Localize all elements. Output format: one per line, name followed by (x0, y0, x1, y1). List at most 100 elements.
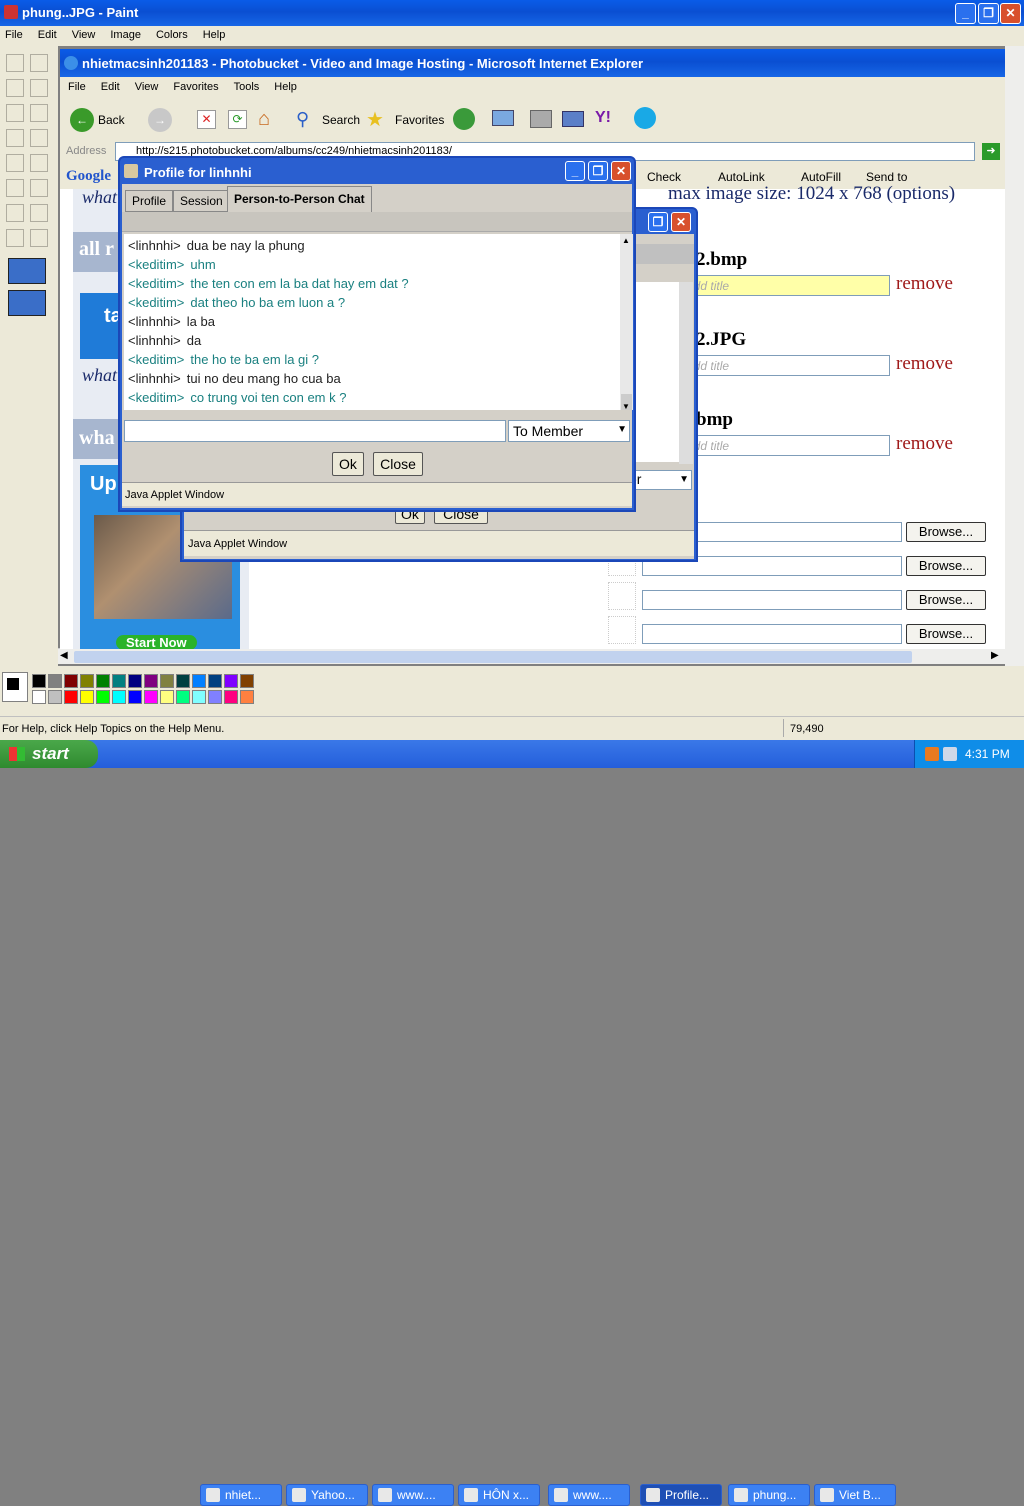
rect-select-icon[interactable] (30, 54, 48, 72)
palette-swatch[interactable] (80, 674, 94, 688)
paint-minimize-button[interactable]: _ (955, 3, 976, 24)
scroll-right-icon[interactable]: ▶ (991, 650, 999, 661)
java-tray-icon[interactable] (925, 747, 939, 761)
palette-swatch[interactable] (144, 690, 158, 704)
scroll-up-icon[interactable]: ▲ (622, 236, 630, 245)
taskbar-item[interactable]: Viet B... (814, 1484, 896, 1506)
remove-link[interactable]: remove (896, 273, 953, 295)
ie-menu-view[interactable]: View (135, 81, 159, 93)
history-icon[interactable] (453, 108, 475, 130)
search-icon[interactable]: ⚲ (296, 109, 309, 130)
file-input[interactable] (642, 624, 902, 644)
remove-link[interactable]: remove (896, 353, 953, 375)
polygon-icon[interactable] (30, 204, 48, 222)
palette-swatch[interactable] (128, 690, 142, 704)
ie-menu-favorites[interactable]: Favorites (173, 81, 218, 93)
paint-vertical-scrollbar[interactable] (1005, 46, 1024, 666)
browse-button[interactable]: Browse... (906, 624, 986, 644)
palette-swatch[interactable] (192, 674, 206, 688)
ie-menu-tools[interactable]: Tools (234, 81, 260, 93)
paint-menu-help[interactable]: Help (203, 29, 226, 41)
text-icon[interactable] (30, 154, 48, 172)
browse-button[interactable]: Browse... (906, 522, 986, 542)
palette-swatch[interactable] (240, 674, 254, 688)
paint-close-button[interactable]: ✕ (1000, 3, 1021, 24)
mail-icon[interactable] (492, 110, 514, 126)
taskbar-item[interactable]: nhiet... (200, 1484, 282, 1506)
browse-button[interactable]: Browse... (906, 556, 986, 576)
browse-button[interactable]: Browse... (906, 590, 986, 610)
palette-swatch[interactable] (208, 674, 222, 688)
palette-swatch[interactable] (64, 674, 78, 688)
paint-menu-edit[interactable]: Edit (38, 29, 57, 41)
tab-profile[interactable]: Profile (125, 190, 174, 212)
to-member-select[interactable]: To Member ▼ (508, 420, 630, 442)
brush-icon[interactable] (30, 129, 48, 147)
back-button-label[interactable]: Back (98, 113, 125, 127)
fill-icon[interactable] (30, 79, 48, 97)
scroll-left-icon[interactable]: ◀ (60, 650, 68, 661)
pencil-icon[interactable] (6, 129, 24, 147)
palette-swatch[interactable] (128, 674, 142, 688)
magnifier-icon[interactable] (30, 104, 48, 122)
palette-swatch[interactable] (224, 674, 238, 688)
ie-menu-file[interactable]: File (68, 81, 86, 93)
tab-person-to-person-chat[interactable]: Person-to-Person Chat (227, 186, 372, 212)
start-now-button[interactable]: Start Now (116, 635, 197, 649)
close-button[interactable]: Close (373, 452, 423, 476)
palette-swatch[interactable] (112, 690, 126, 704)
free-select-icon[interactable] (6, 54, 24, 72)
palette-swatch[interactable] (96, 674, 110, 688)
file-input[interactable] (642, 590, 902, 610)
back-scrollbar[interactable] (679, 282, 693, 464)
autofill-button[interactable]: AutoFill (801, 170, 841, 184)
back-icon[interactable]: ← (70, 108, 94, 132)
ellipse-icon[interactable] (6, 229, 24, 247)
color-picker-icon[interactable] (6, 104, 24, 122)
curve-icon[interactable] (30, 179, 48, 197)
search-button-label[interactable]: Search (322, 113, 360, 127)
taskbar-item[interactable]: www.... (548, 1484, 630, 1506)
taskbar-item[interactable]: Yahoo... (286, 1484, 368, 1506)
forward-icon[interactable]: → (148, 108, 172, 132)
palette-swatch[interactable] (112, 674, 126, 688)
paint-maximize-button[interactable]: ❐ (978, 3, 999, 24)
remove-link[interactable]: remove (896, 433, 953, 455)
profile-maximize-button[interactable]: ❐ (588, 161, 608, 181)
title-input[interactable]: add title (680, 355, 890, 376)
start-button[interactable]: start (0, 740, 98, 768)
scroll-down-icon[interactable]: ▼ (622, 402, 630, 411)
taskbar-item[interactable]: phung... (728, 1484, 810, 1506)
airbrush-icon[interactable] (6, 154, 24, 172)
check-button[interactable]: Check (647, 170, 681, 184)
rounded-rect-icon[interactable] (30, 229, 48, 247)
palette-swatch[interactable] (192, 690, 206, 704)
profile-close-button[interactable]: ✕ (611, 161, 631, 181)
tab-session[interactable]: Session (173, 190, 230, 212)
palette-swatch[interactable] (80, 690, 94, 704)
edit-icon[interactable] (562, 111, 584, 127)
palette-swatch[interactable] (64, 690, 78, 704)
palette-swatch[interactable] (48, 690, 62, 704)
paint-menu-view[interactable]: View (72, 29, 96, 41)
sendto-button[interactable]: Send to (866, 170, 907, 184)
taskbar-item[interactable]: HÔN x... (458, 1484, 540, 1506)
back-applet-maximize[interactable]: ❐ (648, 212, 668, 232)
yahoo-icon[interactable]: Y! (595, 109, 611, 127)
stop-icon[interactable]: ✕ (197, 110, 216, 129)
home-icon[interactable]: ⌂ (258, 108, 270, 131)
horizontal-scroll-thumb[interactable] (74, 651, 912, 663)
ie-menu-help[interactable]: Help (274, 81, 297, 93)
favorites-icon[interactable]: ★ (366, 107, 384, 132)
eraser-icon[interactable] (6, 79, 24, 97)
palette-swatch[interactable] (224, 690, 238, 704)
select-arrow-icon[interactable]: ▼ (617, 424, 627, 435)
palette-swatch[interactable] (48, 674, 62, 688)
palette-swatch[interactable] (144, 674, 158, 688)
paint-menu-image[interactable]: Image (110, 29, 141, 41)
back-applet-close[interactable]: ✕ (671, 212, 691, 232)
palette-swatch[interactable] (160, 690, 174, 704)
ok-button[interactable]: Ok (332, 452, 364, 476)
go-icon[interactable]: ➜ (982, 143, 1000, 160)
title-input[interactable]: add title (680, 435, 890, 456)
